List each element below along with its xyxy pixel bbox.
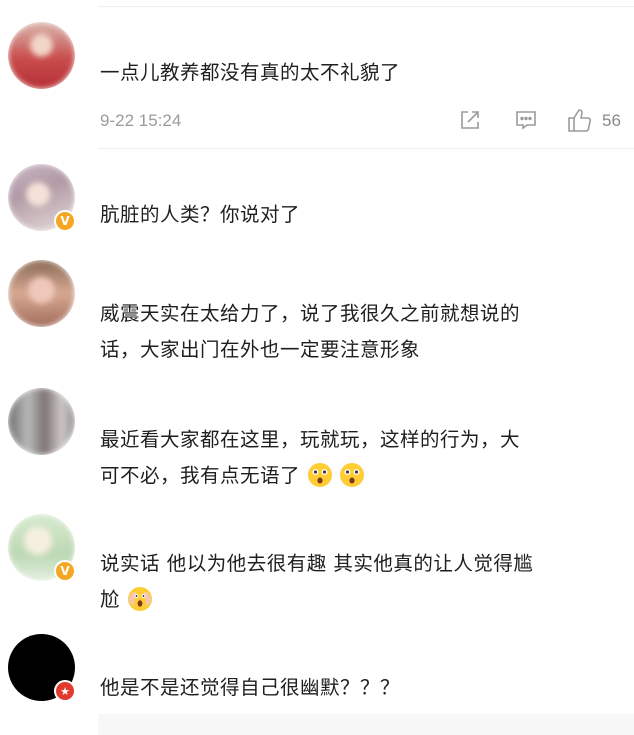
comment-text-line: 可不必，我有点无语了 [100, 458, 620, 500]
comment-text: 说实话 他以为他去很有趣 其实他真的让人觉得尴 尬 [100, 546, 620, 624]
comment-text-line: 说实话 他以为他去很有趣 其实他真的让人觉得尴 [100, 552, 534, 575]
comment-item: V 肮脏的人类？你说对了 [0, 150, 634, 250]
comment-item: V 说实话 他以为他去很有趣 其实他真的让人觉得尴 尬 [0, 510, 634, 630]
verified-badge-icon: V [54, 210, 76, 232]
member-badge-icon: ★ [54, 680, 76, 702]
avatar[interactable] [8, 388, 75, 455]
comment-text: 威震天实在太给力了，说了我很久之前就想说的 话，大家出门在外也一定要注意形象 [100, 296, 620, 368]
comment-text: 肮脏的人类？你说对了 [100, 203, 301, 226]
thumbs-up-icon[interactable] [566, 106, 594, 139]
comment-time: 9-22 15:24 [100, 111, 182, 130]
astonished-face-emoji [307, 462, 333, 500]
avatar[interactable] [8, 22, 75, 89]
comment-text: 他是不是还觉得自己很幽默？？？ [100, 676, 401, 699]
reply-preview-box [98, 714, 634, 735]
comment-item: ★ 他是不是还觉得自己很幽默？？？ [0, 630, 634, 714]
comment-text: 一点儿教养都没有真的太不礼貌了 [100, 61, 401, 84]
comment-text: 最近看大家都在这里，玩就玩，这样的行为，大 可不必，我有点无语了 [100, 422, 620, 500]
like-count: 56 [602, 111, 621, 130]
comment-meta: 9-22 15:24 56 [100, 108, 621, 137]
comment-text-line: 最近看大家都在这里，玩就玩，这样的行为，大 [100, 428, 521, 451]
avatar[interactable] [8, 260, 75, 327]
comment-icon[interactable] [514, 108, 538, 137]
comment-text-line: 威震天实在太给力了，说了我很久之前就想说的 [100, 302, 521, 325]
share-icon[interactable] [458, 108, 482, 137]
comment-item: 威震天实在太给力了，说了我很久之前就想说的 话，大家出门在外也一定要注意形象 [0, 250, 634, 380]
astonished-face-emoji [339, 462, 365, 500]
comment-item: 最近看大家都在这里，玩就玩，这样的行为，大 可不必，我有点无语了 [0, 380, 634, 510]
divider [98, 148, 634, 149]
comment-text-span: 尬 [100, 588, 121, 611]
verified-badge-icon: V [54, 560, 76, 582]
screaming-face-emoji [127, 586, 153, 624]
comment-item: 一点儿教养都没有真的太不礼貌了 9-22 15:24 56 [0, 0, 634, 150]
comment-text-line: 话，大家出门在外也一定要注意形象 [100, 338, 421, 361]
comment-text-span: 可不必，我有点无语了 [100, 464, 301, 487]
comment-text-line: 尬 [100, 582, 620, 624]
